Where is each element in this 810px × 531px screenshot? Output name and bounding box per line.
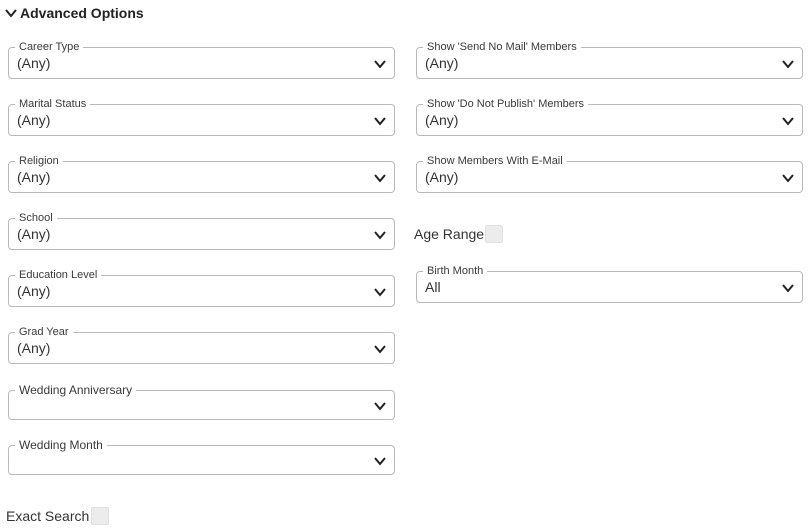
wedding-month-label: Wedding Month: [15, 438, 107, 453]
birth-month-label: Birth Month: [423, 265, 488, 278]
school-select[interactable]: School (Any): [8, 212, 395, 250]
chevron-down-icon: [782, 117, 794, 126]
chevron-down-icon: [374, 288, 386, 297]
do-not-publish-value: (Any): [425, 112, 459, 128]
school-label: School: [15, 212, 57, 225]
chevron-down-icon: [374, 402, 386, 411]
exact-search-checkbox[interactable]: [91, 507, 109, 525]
birth-month-select[interactable]: Birth Month All: [416, 265, 803, 303]
birth-month-value: All: [425, 279, 441, 295]
do-not-publish-select[interactable]: Show 'Do Not Publish' Members (Any): [416, 98, 803, 136]
chevron-down-icon: [374, 117, 386, 126]
education-level-value: (Any): [17, 283, 51, 299]
grad-year-value: (Any): [17, 340, 51, 356]
send-no-mail-label: Show 'Send No Mail' Members: [423, 41, 581, 54]
chevron-down-icon: [374, 174, 386, 183]
age-range-checkbox[interactable]: [485, 225, 503, 243]
chevron-down-icon: [374, 457, 386, 466]
religion-select[interactable]: Religion (Any): [8, 155, 395, 193]
grad-year-label: Grad Year: [15, 326, 73, 339]
members-with-email-value: (Any): [425, 169, 459, 185]
age-range-label: Age Range: [414, 226, 485, 242]
career-type-value: (Any): [17, 55, 51, 71]
chevron-down-icon: [374, 60, 386, 69]
grad-year-select[interactable]: Grad Year (Any): [8, 326, 395, 364]
send-no-mail-select[interactable]: Show 'Send No Mail' Members (Any): [416, 41, 803, 79]
chevron-down-icon: [782, 174, 794, 183]
advanced-options-toggle[interactable]: Advanced Options: [4, 4, 144, 22]
education-level-select[interactable]: Education Level (Any): [8, 269, 395, 307]
career-type-label: Career Type: [15, 41, 84, 54]
send-no-mail-value: (Any): [425, 55, 459, 71]
marital-status-value: (Any): [17, 112, 51, 128]
marital-status-label: Marital Status: [15, 98, 91, 111]
religion-value: (Any): [17, 169, 51, 185]
career-type-select[interactable]: Career Type (Any): [8, 41, 395, 79]
chevron-down-icon: [782, 284, 794, 293]
section-title: Advanced Options: [20, 5, 144, 21]
religion-label: Religion: [15, 155, 63, 168]
do-not-publish-label: Show 'Do Not Publish' Members: [423, 98, 589, 111]
chevron-down-icon: [374, 345, 386, 354]
wedding-anniversary-label: Wedding Anniversary: [15, 383, 137, 398]
marital-status-select[interactable]: Marital Status (Any): [8, 98, 395, 136]
education-level-label: Education Level: [15, 269, 102, 282]
chevron-down-icon: [5, 9, 17, 18]
exact-search-label: Exact Search: [6, 508, 90, 524]
chevron-down-icon: [782, 60, 794, 69]
wedding-anniversary-select[interactable]: Wedding Anniversary: [8, 383, 395, 420]
wedding-month-select[interactable]: Wedding Month: [8, 438, 395, 475]
chevron-down-icon: [374, 231, 386, 240]
members-with-email-select[interactable]: Show Members With E-Mail (Any): [416, 155, 803, 193]
members-with-email-label: Show Members With E-Mail: [423, 155, 567, 168]
school-value: (Any): [17, 226, 51, 242]
